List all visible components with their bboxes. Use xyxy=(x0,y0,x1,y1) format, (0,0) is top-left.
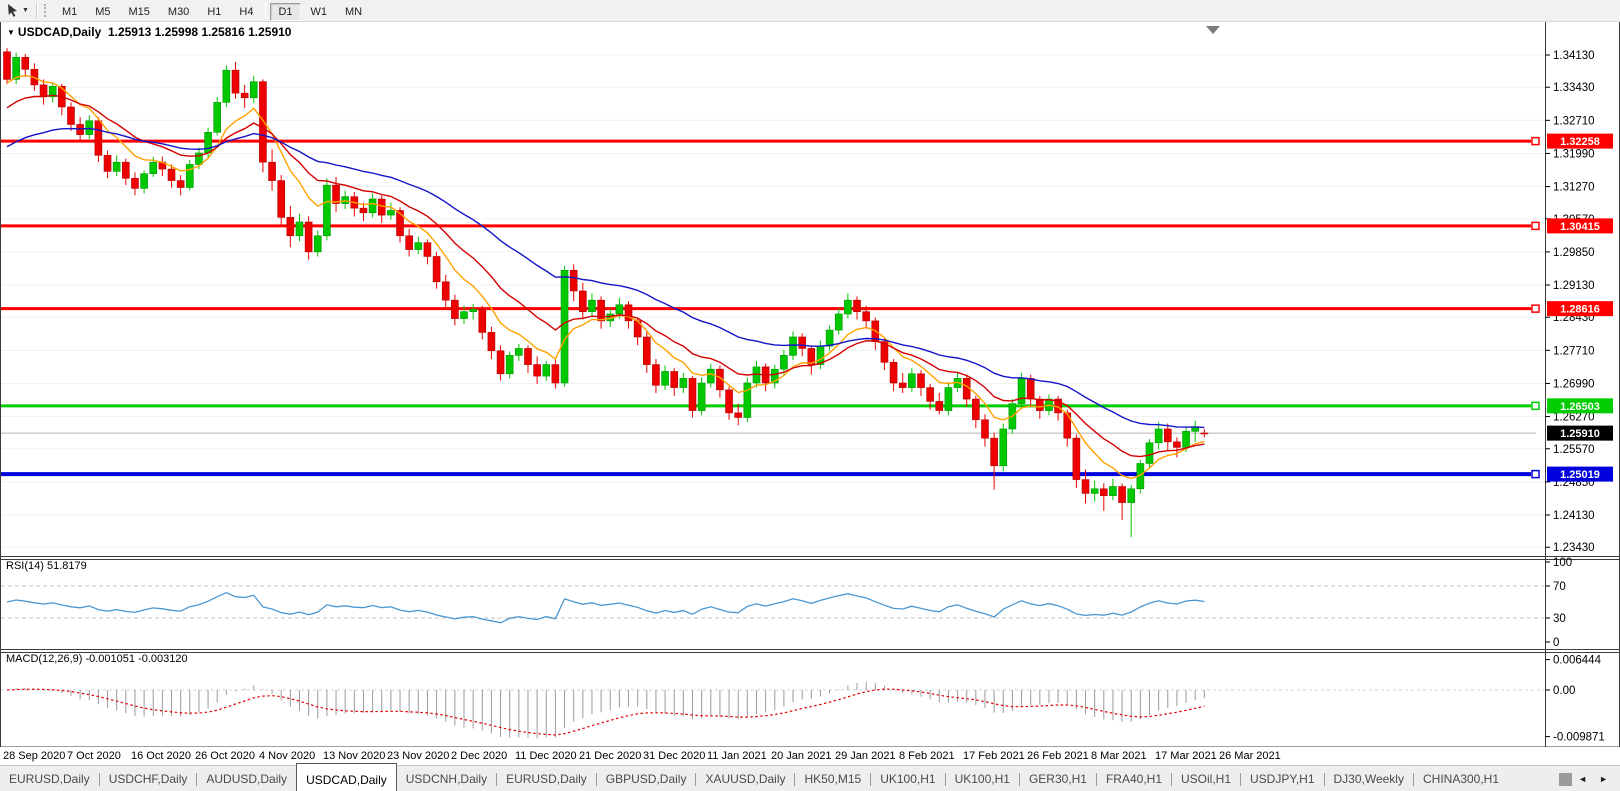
chart-tab-usdchf-1[interactable]: USDCHF,Daily xyxy=(100,766,197,791)
date-axis-label: 8 Mar 2021 xyxy=(1091,750,1147,762)
chart-tab-uk100-9[interactable]: UK100,H1 xyxy=(871,766,944,791)
toolbar-separator xyxy=(265,1,267,19)
axis-label: 1.24130 xyxy=(1553,510,1595,522)
date-axis-label: 4 Nov 2020 xyxy=(259,750,316,762)
date-axis-label: 7 Oct 2020 xyxy=(67,750,121,762)
chart-tab-usoil-13[interactable]: USOil,H1 xyxy=(1172,766,1240,791)
chart-tab-eurusd-0[interactable]: EURUSD,Daily xyxy=(0,766,99,791)
axis-label: 1.32258 xyxy=(1560,136,1600,148)
chart-tab-dj30-15[interactable]: DJ30,Weekly xyxy=(1325,766,1413,791)
cursor-arrow-icon xyxy=(7,4,17,17)
chart-tab-ger30-11[interactable]: GER30,H1 xyxy=(1020,766,1096,791)
chart-tab-usdcad-3[interactable]: USDCAD,Daily xyxy=(296,763,397,791)
timeframe-button-d1[interactable]: D1 xyxy=(270,2,301,21)
axis-label: -0.009871 xyxy=(1553,732,1605,744)
toolbar-separator xyxy=(35,3,38,18)
chart-tab-hk50-8[interactable]: HK50,M15 xyxy=(795,766,870,791)
date-axis: 28 Sep 2020 7 Oct 2020 16 Oct 2020 26 Oct 2… xyxy=(0,747,1620,765)
cursor-tool-icon[interactable] xyxy=(5,3,21,18)
axis-label: 1.30415 xyxy=(1560,221,1600,233)
date-axis-label: 31 Dec 2020 xyxy=(643,750,706,762)
date-axis-label: 21 Dec 2020 xyxy=(579,750,642,762)
chart-tab-audusd-2[interactable]: AUDUSD,Daily xyxy=(197,766,296,791)
date-axis-label: 16 Oct 2020 xyxy=(131,750,191,762)
date-axis-label: 2 Dec 2020 xyxy=(451,750,508,762)
date-axis-label: 17 Mar 2021 xyxy=(1155,750,1217,762)
axis-label: 0.006444 xyxy=(1553,655,1602,667)
chart-tab-china300-16[interactable]: CHINA300,H1 xyxy=(1414,766,1508,791)
timeframe-button-h1[interactable]: H1 xyxy=(199,3,229,21)
symbol-tabs: EURUSD,Daily USDCHF,Daily AUDUSD,Daily USDC… xyxy=(0,763,1508,791)
tab-scroll-right-icon[interactable]: ► xyxy=(1593,774,1614,784)
axis-label: 1.26270 xyxy=(1553,412,1595,424)
date-axis-label: 11 Dec 2020 xyxy=(515,750,577,762)
symbol-tab-bar: EURUSD,Daily USDCHF,Daily AUDUSD,Daily USDC… xyxy=(0,763,1620,791)
chart-tab-uk100-10[interactable]: UK100,H1 xyxy=(946,766,1019,791)
chart-tab-xauusd-7[interactable]: XAUUSD,Daily xyxy=(696,766,794,791)
timeframe-button-m30[interactable]: M30 xyxy=(160,3,197,21)
level-price-tag xyxy=(1547,466,1613,482)
date-axis-label: 17 Feb 2021 xyxy=(963,750,1025,762)
axis-label: 1.33430 xyxy=(1553,82,1595,94)
timeframe-button-h4[interactable]: H4 xyxy=(231,3,261,21)
date-axis-label: 8 Feb 2021 xyxy=(899,750,955,762)
chart-plot-area[interactable] xyxy=(0,21,1544,747)
date-axis-label: 28 Sep 2020 xyxy=(3,750,66,762)
axis-label: 1.25019 xyxy=(1560,469,1600,481)
axis-label: 1.31270 xyxy=(1553,182,1595,194)
axis-label: 1.34130 xyxy=(1553,50,1595,62)
date-axis-label: 26 Feb 2021 xyxy=(1027,750,1089,762)
axis-label: 100 xyxy=(1553,557,1572,569)
axis-label: 1.32710 xyxy=(1553,115,1595,127)
date-axis-label: 29 Jan 2021 xyxy=(835,750,896,762)
axis-label: 1.28616 xyxy=(1560,304,1600,316)
tabbar-separator xyxy=(1559,772,1573,786)
axis-label: 1.24850 xyxy=(1553,477,1595,489)
axis-label: 1.23430 xyxy=(1553,542,1595,554)
tab-scroll-arrows: ◄ ► xyxy=(1559,766,1620,791)
axis-label: 0.00 xyxy=(1553,685,1575,697)
timeframe-toolbar: ▼ M1 M5 M15 M30 H1 H4 D1 W1 MN xyxy=(0,0,1620,22)
date-axis-label: 20 Jan 2021 xyxy=(771,750,832,762)
axis-label: 1.25910 xyxy=(1560,428,1600,440)
axis-label: 1.30570 xyxy=(1553,214,1595,226)
axis-label: 1.29850 xyxy=(1553,247,1595,259)
timeframe-buttons: M1 M5 M15 M30 H1 H4 D1 W1 MN xyxy=(53,1,371,21)
axis-label: 1.26990 xyxy=(1553,378,1595,390)
axis-label: 1.29130 xyxy=(1553,280,1595,292)
axis-label: 0 xyxy=(1553,637,1559,649)
date-axis-label: 23 Nov 2020 xyxy=(387,750,450,762)
date-axis-label: 26 Mar 2021 xyxy=(1219,750,1281,762)
timeframe-button-m1[interactable]: M1 xyxy=(54,3,85,21)
chart-tab-eurusd-5[interactable]: EURUSD,Daily xyxy=(497,766,596,791)
axis-label: 1.31990 xyxy=(1553,148,1595,160)
date-axis-label: 11 Jan 2021 xyxy=(707,750,767,762)
level-price-tag xyxy=(1547,398,1613,414)
terminal-window: ▼ M1 M5 M15 M30 H1 H4 D1 W1 MN 1.34130 1.33430 1.3… xyxy=(0,0,1620,791)
level-price-tag xyxy=(1547,218,1613,234)
axis-label: 1.28430 xyxy=(1553,312,1595,324)
axis-label: 1.26503 xyxy=(1560,401,1600,413)
toolbar-grip-handle[interactable] xyxy=(43,4,48,17)
chart-tab-gbpusd-6[interactable]: GBPUSD,Daily xyxy=(597,766,696,791)
level-price-tag xyxy=(1547,301,1613,317)
level-price-tag xyxy=(1547,133,1613,149)
chart-tab-usdjpy-14[interactable]: USDJPY,H1 xyxy=(1241,766,1323,791)
timeframe-button-m15[interactable]: M15 xyxy=(121,3,158,21)
date-axis-label: 26 Oct 2020 xyxy=(195,750,255,762)
axis-label: 70 xyxy=(1553,581,1566,593)
timeframe-button-mn[interactable]: MN xyxy=(337,3,370,21)
date-axis-label: 13 Nov 2020 xyxy=(323,750,386,762)
timeframe-button-m5[interactable]: M5 xyxy=(87,3,118,21)
timeframe-button-w1[interactable]: W1 xyxy=(303,3,336,21)
axis-label: 30 xyxy=(1553,613,1566,625)
axis-label: 1.25570 xyxy=(1553,444,1595,456)
current-price-tag xyxy=(1547,425,1613,441)
chart-tab-usdcnh-4[interactable]: USDCNH,Daily xyxy=(397,766,496,791)
chart-tab-fra40-12[interactable]: FRA40,H1 xyxy=(1097,766,1171,791)
cursor-tool-dropdown-icon[interactable]: ▼ xyxy=(22,7,29,14)
axis-label: 1.27710 xyxy=(1553,345,1595,357)
tab-scroll-left-icon[interactable]: ◄ xyxy=(1572,774,1593,784)
